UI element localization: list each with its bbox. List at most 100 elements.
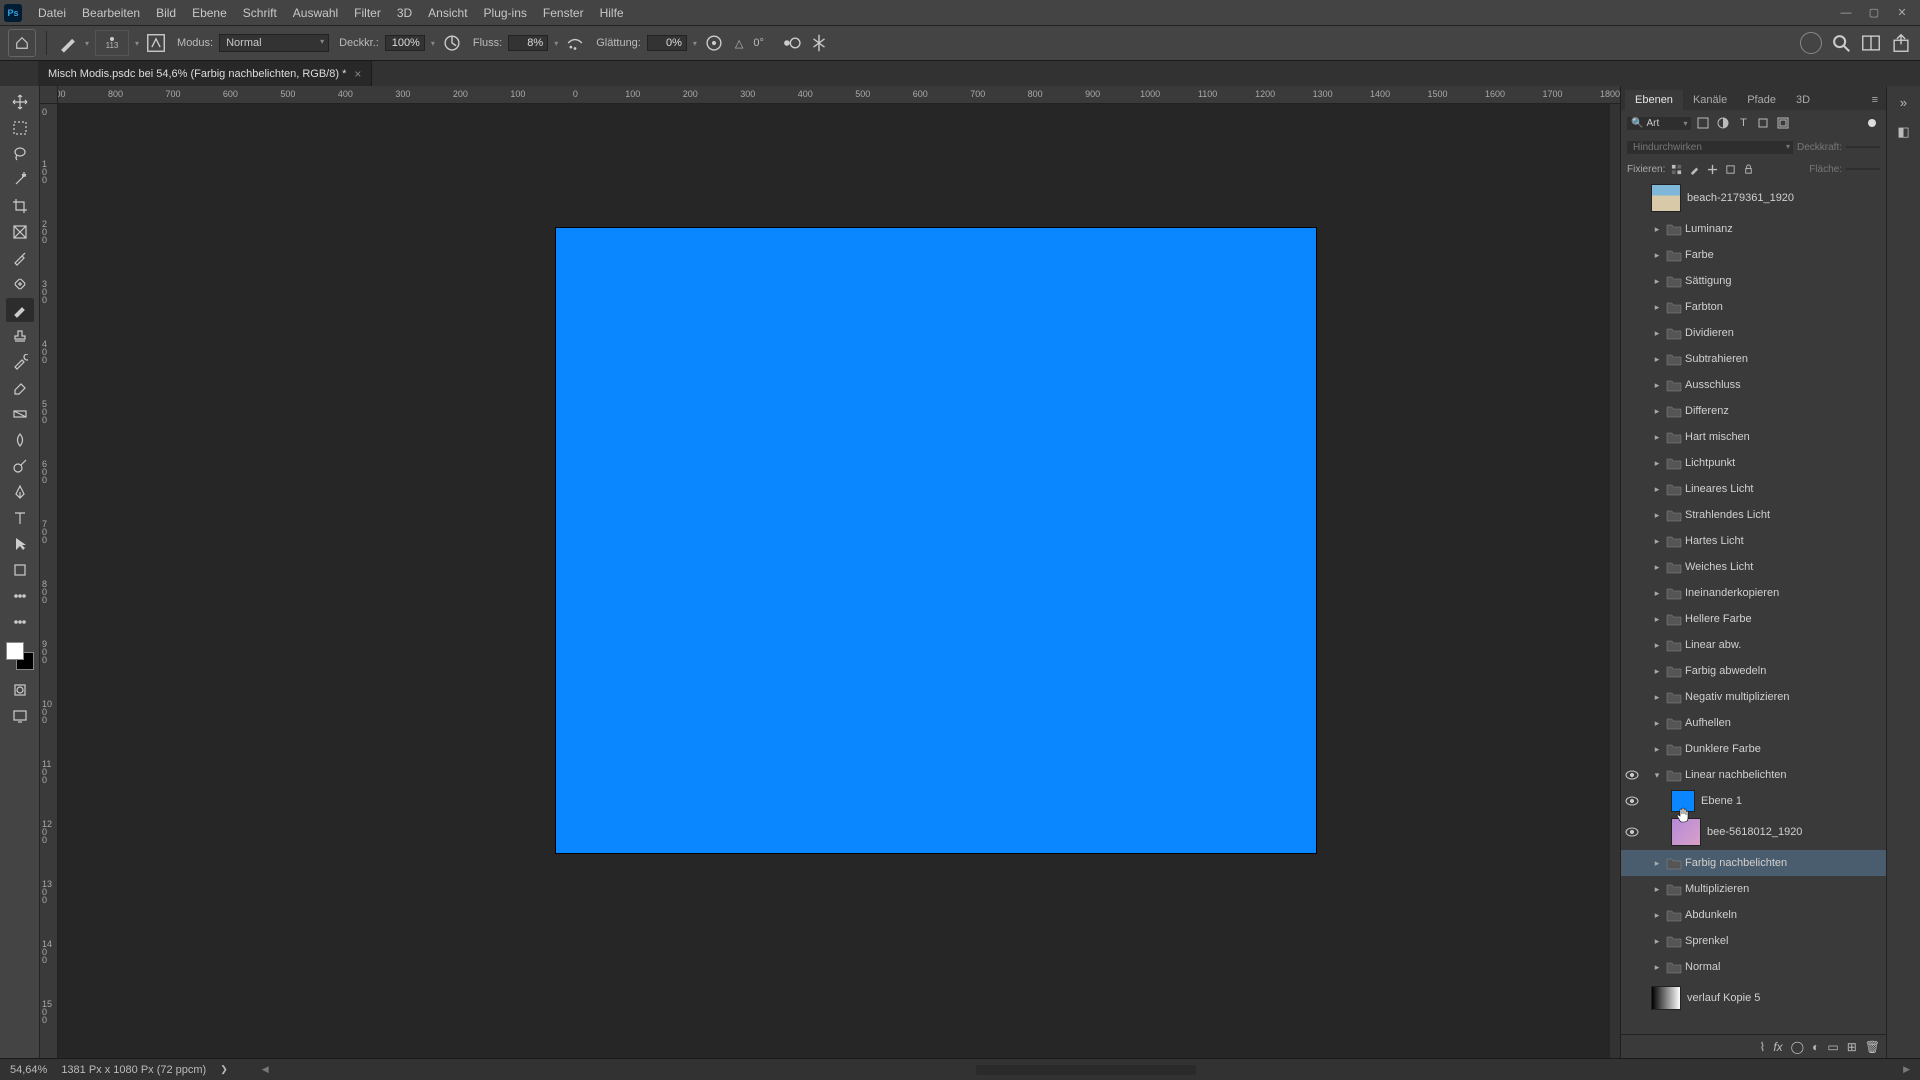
expand-arrow-icon[interactable]: ▸ <box>1651 250 1663 261</box>
maximize-button[interactable]: ▢ <box>1860 3 1888 23</box>
pressure-size-icon[interactable] <box>780 32 802 54</box>
expand-arrow-icon[interactable]: ▸ <box>1651 718 1663 729</box>
timeline-prev[interactable]: ◀ <box>262 1064 269 1075</box>
fill-value[interactable] <box>1846 168 1880 170</box>
blur-tool[interactable] <box>6 428 34 452</box>
canvas-viewport[interactable] <box>58 104 1610 1058</box>
doc-info-chevron[interactable]: ❯ <box>220 1064 228 1075</box>
dodge-tool[interactable] <box>6 454 34 478</box>
foreground-color[interactable] <box>6 642 24 660</box>
brush-panel-icon[interactable] <box>145 32 167 54</box>
pressure-opacity-icon[interactable] <box>441 32 463 54</box>
history-brush-tool[interactable] <box>6 350 34 374</box>
layer-row[interactable]: Ebene 1 <box>1621 788 1886 814</box>
layer-group[interactable]: ▸Dividieren <box>1621 320 1886 346</box>
layer-group[interactable]: ▸Farbton <box>1621 294 1886 320</box>
expand-arrow-icon[interactable]: ▸ <box>1651 510 1663 521</box>
blend-mode-select[interactable]: Hindurchwirken <box>1627 141 1793 154</box>
doc-info[interactable]: 1381 Px x 1080 Px (72 ppcm) <box>61 1064 206 1076</box>
filter-adjust-icon[interactable] <box>1715 115 1731 131</box>
expand-arrow-icon[interactable]: ▸ <box>1651 432 1663 443</box>
layer-group[interactable]: ▸Normal <box>1621 954 1886 980</box>
expand-arrow-icon[interactable]: ▸ <box>1651 692 1663 703</box>
screenmode-toggle[interactable] <box>6 704 34 728</box>
home-button[interactable] <box>8 29 36 57</box>
expand-arrow-icon[interactable]: ▸ <box>1651 614 1663 625</box>
minimize-button[interactable]: — <box>1832 3 1860 23</box>
expand-arrow-icon[interactable]: ▸ <box>1651 354 1663 365</box>
layer-group[interactable]: ▸Ausschluss <box>1621 372 1886 398</box>
menu-schrift[interactable]: Schrift <box>235 2 285 24</box>
visibility-toggle[interactable] <box>1621 827 1643 837</box>
filter-shape-icon[interactable] <box>1755 115 1771 131</box>
menu-auswahl[interactable]: Auswahl <box>285 2 346 24</box>
smoothing-options-icon[interactable] <box>703 32 725 54</box>
mask-icon[interactable]: ◯ <box>1791 1040 1804 1054</box>
layer-group[interactable]: ▸Negativ multiplizieren <box>1621 684 1886 710</box>
stamp-tool[interactable] <box>6 324 34 348</box>
layer-row[interactable]: beach-2179361_1920 <box>1621 180 1886 216</box>
search-icon[interactable] <box>1830 32 1852 54</box>
layer-group[interactable]: ▸Sprenkel <box>1621 928 1886 954</box>
link-layers-icon[interactable]: ⌇ <box>1759 1040 1765 1054</box>
layer-group[interactable]: ▸Multiplizieren <box>1621 876 1886 902</box>
color-swatches[interactable] <box>6 642 34 670</box>
tab-kanaele[interactable]: Kanäle <box>1683 90 1737 110</box>
layer-group[interactable]: ▸Dunklere Farbe <box>1621 736 1886 762</box>
expand-arrow-icon[interactable]: ▸ <box>1651 380 1663 391</box>
horizontal-scrollbar[interactable] <box>283 1065 1889 1075</box>
menu-ansicht[interactable]: Ansicht <box>420 2 475 24</box>
expand-arrow-icon[interactable]: ▾ <box>1651 770 1663 781</box>
layer-group[interactable]: ▾Linear nachbelichten <box>1621 762 1886 788</box>
move-tool[interactable] <box>6 90 34 114</box>
lasso-tool[interactable] <box>6 142 34 166</box>
expand-arrow-icon[interactable]: ▸ <box>1651 458 1663 469</box>
layer-group[interactable]: ▸Hellere Farbe <box>1621 606 1886 632</box>
expand-arrow-icon[interactable]: ▸ <box>1651 536 1663 547</box>
layer-group[interactable]: ▸Ineinanderkopieren <box>1621 580 1886 606</box>
layer-row[interactable]: bee-5618012_1920 <box>1621 814 1886 850</box>
dock-color-icon[interactable]: ◧ <box>1894 122 1914 142</box>
crop-tool[interactable] <box>6 194 34 218</box>
frame-tool[interactable] <box>6 220 34 244</box>
eyedropper-tool[interactable] <box>6 246 34 270</box>
gradient-tool[interactable] <box>6 402 34 426</box>
flow-input[interactable]: 8% <box>508 35 548 51</box>
fx-icon[interactable]: fx <box>1773 1040 1782 1054</box>
layer-group[interactable]: ▸Farbe <box>1621 242 1886 268</box>
more-tools-2[interactable] <box>6 610 34 634</box>
expand-arrow-icon[interactable]: ▸ <box>1651 224 1663 235</box>
layer-group[interactable]: ▸Abdunkeln <box>1621 902 1886 928</box>
layer-group[interactable]: ▸Hart mischen <box>1621 424 1886 450</box>
lock-artboard-icon[interactable] <box>1723 162 1737 176</box>
menu-plug-ins[interactable]: Plug-ins <box>476 2 535 24</box>
lock-all-icon[interactable] <box>1741 162 1755 176</box>
expand-arrow-icon[interactable]: ▸ <box>1651 588 1663 599</box>
visibility-toggle[interactable] <box>1621 770 1643 780</box>
layer-row[interactable]: verlauf Kopie 5 <box>1621 980 1886 1016</box>
timeline-next[interactable]: ▶ <box>1903 1064 1910 1075</box>
canvas[interactable] <box>556 228 1316 853</box>
panel-menu[interactable]: ≡ <box>1864 90 1886 110</box>
layer-group[interactable]: ▸Lichtpunkt <box>1621 450 1886 476</box>
wand-tool[interactable] <box>6 168 34 192</box>
menu-ebene[interactable]: Ebene <box>184 2 235 24</box>
adjustment-icon[interactable]: ◐ <box>1812 1040 1819 1054</box>
filter-type-icon[interactable]: T <box>1735 115 1751 131</box>
menu-3d[interactable]: 3D <box>389 2 420 24</box>
delete-layer-icon[interactable]: 🗑 <box>1865 1040 1880 1054</box>
filter-smart-icon[interactable] <box>1775 115 1791 131</box>
tab-pfade[interactable]: Pfade <box>1737 90 1786 110</box>
expand-arrow-icon[interactable]: ▸ <box>1651 640 1663 651</box>
layer-group[interactable]: ▸Weiches Licht <box>1621 554 1886 580</box>
shape-tool[interactable] <box>6 558 34 582</box>
menu-fenster[interactable]: Fenster <box>535 2 592 24</box>
document-tab[interactable]: Misch Modis.psdc bei 54,6% (Farbig nachb… <box>38 61 372 86</box>
layer-group[interactable]: ▸Differenz <box>1621 398 1886 424</box>
layer-group[interactable]: ▸Hartes Licht <box>1621 528 1886 554</box>
symmetry-icon[interactable] <box>808 32 830 54</box>
path-select-tool[interactable] <box>6 532 34 556</box>
airbrush-icon[interactable] <box>564 32 586 54</box>
blend-opacity-value[interactable] <box>1846 146 1880 148</box>
share-icon[interactable] <box>1890 32 1912 54</box>
